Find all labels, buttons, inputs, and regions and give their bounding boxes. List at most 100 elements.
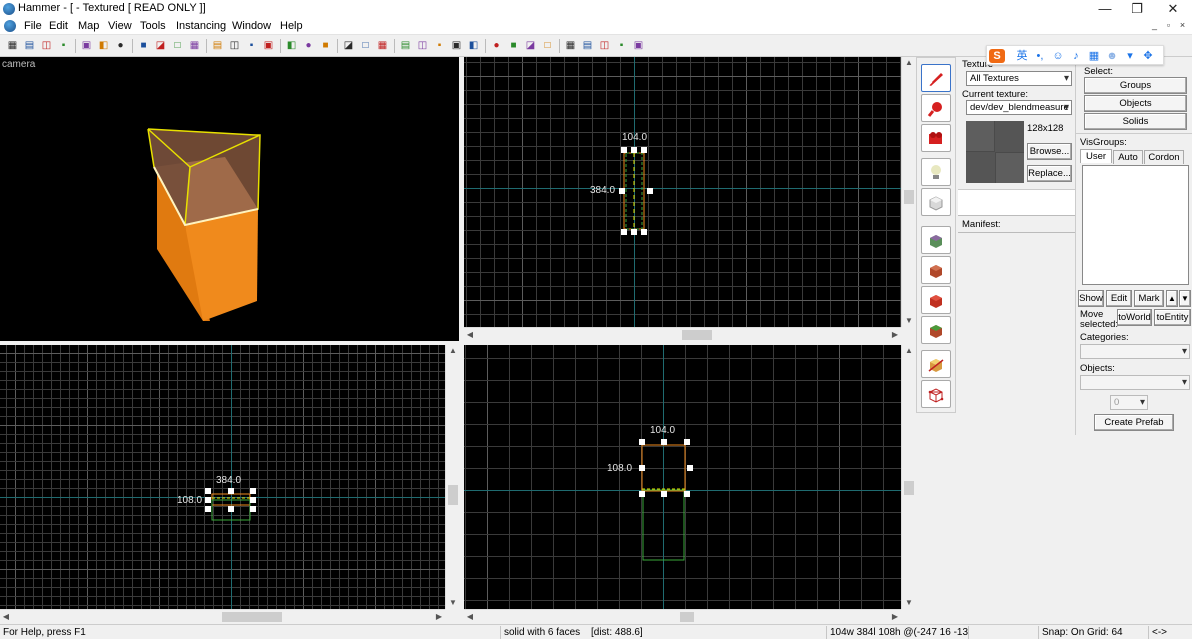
resize-handle[interactable] (641, 229, 647, 235)
entity-tool[interactable] (921, 158, 951, 186)
top-view-hscrollbar[interactable]: ◀ ▶ (464, 327, 901, 341)
scroll-left-arrow[interactable]: ◀ (0, 611, 12, 623)
scroll-right-arrow[interactable]: ▶ (433, 611, 445, 623)
apps-icon[interactable]: ✥ (1141, 49, 1155, 63)
apply-texture-tool[interactable] (921, 256, 951, 284)
grid-icon[interactable]: ▦ (5, 38, 20, 53)
resize-handle[interactable] (687, 465, 693, 471)
to-entity-button[interactable]: toEntity (1154, 309, 1191, 326)
entity-icon[interactable]: ▪ (432, 38, 447, 53)
resize-handle[interactable] (639, 491, 645, 497)
current-texture-combo[interactable]: dev/dev_blendmeasure (966, 100, 1072, 115)
resize-handle[interactable] (205, 497, 211, 503)
scroll-down-arrow[interactable]: ▼ (903, 315, 915, 327)
copy-icon[interactable]: ◧ (284, 38, 299, 53)
resize-handle[interactable] (639, 439, 645, 445)
resize-handle[interactable] (641, 147, 647, 153)
e-icon[interactable]: ◪ (523, 38, 538, 53)
d-icon[interactable]: ■ (506, 38, 521, 53)
mic-icon[interactable]: ♪ (1069, 49, 1083, 63)
decal-tool[interactable] (921, 286, 951, 314)
a-icon[interactable]: ▣ (449, 38, 464, 53)
ungroup-icon[interactable]: ◧ (96, 38, 111, 53)
v4-icon[interactable]: ▪ (244, 38, 259, 53)
selection-tool[interactable] (921, 64, 951, 92)
scroll-thumb[interactable] (682, 330, 712, 340)
magnify-tool[interactable] (921, 94, 951, 122)
resize-handle[interactable] (250, 488, 256, 494)
resize-handle[interactable] (647, 188, 653, 194)
scroll-up-arrow[interactable]: ▲ (903, 57, 915, 69)
move-down-button[interactable]: ▼ (1179, 290, 1191, 307)
browse-button[interactable]: Browse... (1027, 143, 1072, 160)
v3-icon[interactable]: ◫ (227, 38, 242, 53)
scroll-thumb[interactable] (904, 481, 914, 495)
skin-icon[interactable]: ▾ (1123, 49, 1137, 63)
ime-language-toggle[interactable]: 英 (1015, 49, 1029, 63)
front-view-vscrollbar[interactable]: ▲ ▼ (445, 345, 459, 609)
j-icon[interactable]: ▣ (631, 38, 646, 53)
emoji-icon[interactable]: ☺ (1051, 49, 1065, 63)
resize-handle[interactable] (684, 439, 690, 445)
v1-icon[interactable]: ▦ (187, 38, 202, 53)
select-groups-button[interactable]: Groups (1084, 77, 1187, 94)
i-icon[interactable]: ▪ (614, 38, 629, 53)
objects-combo[interactable] (1080, 375, 1190, 390)
rect-icon[interactable]: ■ (318, 38, 333, 53)
menu-help[interactable]: Help (280, 19, 303, 33)
resize-handle[interactable] (621, 229, 627, 235)
resize-handle[interactable] (631, 147, 637, 153)
top-2d-viewport[interactable]: 104.0 384.0 (464, 57, 901, 327)
scroll-right-arrow[interactable]: ▶ (889, 329, 901, 341)
b-icon[interactable]: ◧ (466, 38, 481, 53)
cube-sel-icon[interactable]: ■ (136, 38, 151, 53)
v2-icon[interactable]: ▤ (210, 38, 225, 53)
select-icon[interactable]: ▦ (375, 38, 390, 53)
resize-handle[interactable] (661, 439, 667, 445)
ignore-groups-icon[interactable]: □ (170, 38, 185, 53)
clipping-tool[interactable] (921, 350, 951, 378)
menu-instancing[interactable]: Instancing (176, 19, 226, 33)
h-icon[interactable]: ◫ (597, 38, 612, 53)
c-icon[interactable]: ● (489, 38, 504, 53)
tab-auto[interactable]: Auto (1113, 150, 1143, 164)
resize-handle[interactable] (205, 488, 211, 494)
snap-icon[interactable]: ◫ (39, 38, 54, 53)
document-icon[interactable] (4, 20, 16, 32)
grid-3d-icon[interactable]: ▤ (22, 38, 37, 53)
manifest-bar[interactable]: Manifest: (958, 215, 1075, 233)
overlay-tool[interactable] (921, 316, 951, 344)
sogou-logo-icon[interactable]: S (989, 49, 1005, 63)
texture-filter-combo[interactable]: All Textures (966, 71, 1072, 86)
menu-edit[interactable]: Edit (49, 19, 68, 33)
carve-icon[interactable]: ◪ (153, 38, 168, 53)
texture-icon[interactable]: ◫ (415, 38, 430, 53)
resize-handle[interactable] (621, 147, 627, 153)
toggle-icon[interactable]: ▤ (398, 38, 413, 53)
r-icon[interactable]: □ (358, 38, 373, 53)
scroll-down-arrow[interactable]: ▼ (447, 597, 459, 609)
edit-button[interactable]: Edit (1106, 290, 1132, 307)
f-icon[interactable]: □ (540, 38, 555, 53)
mdi-minimize-button[interactable]: _ (1148, 19, 1161, 32)
mark-button[interactable]: Mark (1134, 290, 1164, 307)
resize-handle[interactable] (684, 491, 690, 497)
paste-icon[interactable]: ● (301, 38, 316, 53)
select-objects-button[interactable]: Objects (1084, 95, 1187, 112)
dots-icon[interactable]: ▪ (56, 38, 71, 53)
categories-combo[interactable] (1080, 344, 1190, 359)
front-view-hscrollbar[interactable]: ◀ ▶ (0, 609, 445, 623)
scroll-right-arrow[interactable]: ▶ (889, 611, 901, 623)
resize-handle[interactable] (250, 506, 256, 512)
select-solids-button[interactable]: Solids (1084, 113, 1187, 130)
scroll-down-arrow[interactable]: ▼ (903, 597, 915, 609)
create-prefab-button[interactable]: Create Prefab (1094, 414, 1174, 431)
close-button[interactable]: ✕ (1156, 0, 1190, 18)
cm-icon[interactable]: ▤ (580, 38, 595, 53)
resize-handle[interactable] (619, 188, 625, 194)
menu-view[interactable]: View (108, 19, 132, 33)
scroll-thumb[interactable] (904, 190, 914, 204)
resize-handle[interactable] (639, 465, 645, 471)
side-view-hscrollbar[interactable]: ◀ ▶ (464, 609, 901, 623)
resize-handle[interactable] (250, 497, 256, 503)
